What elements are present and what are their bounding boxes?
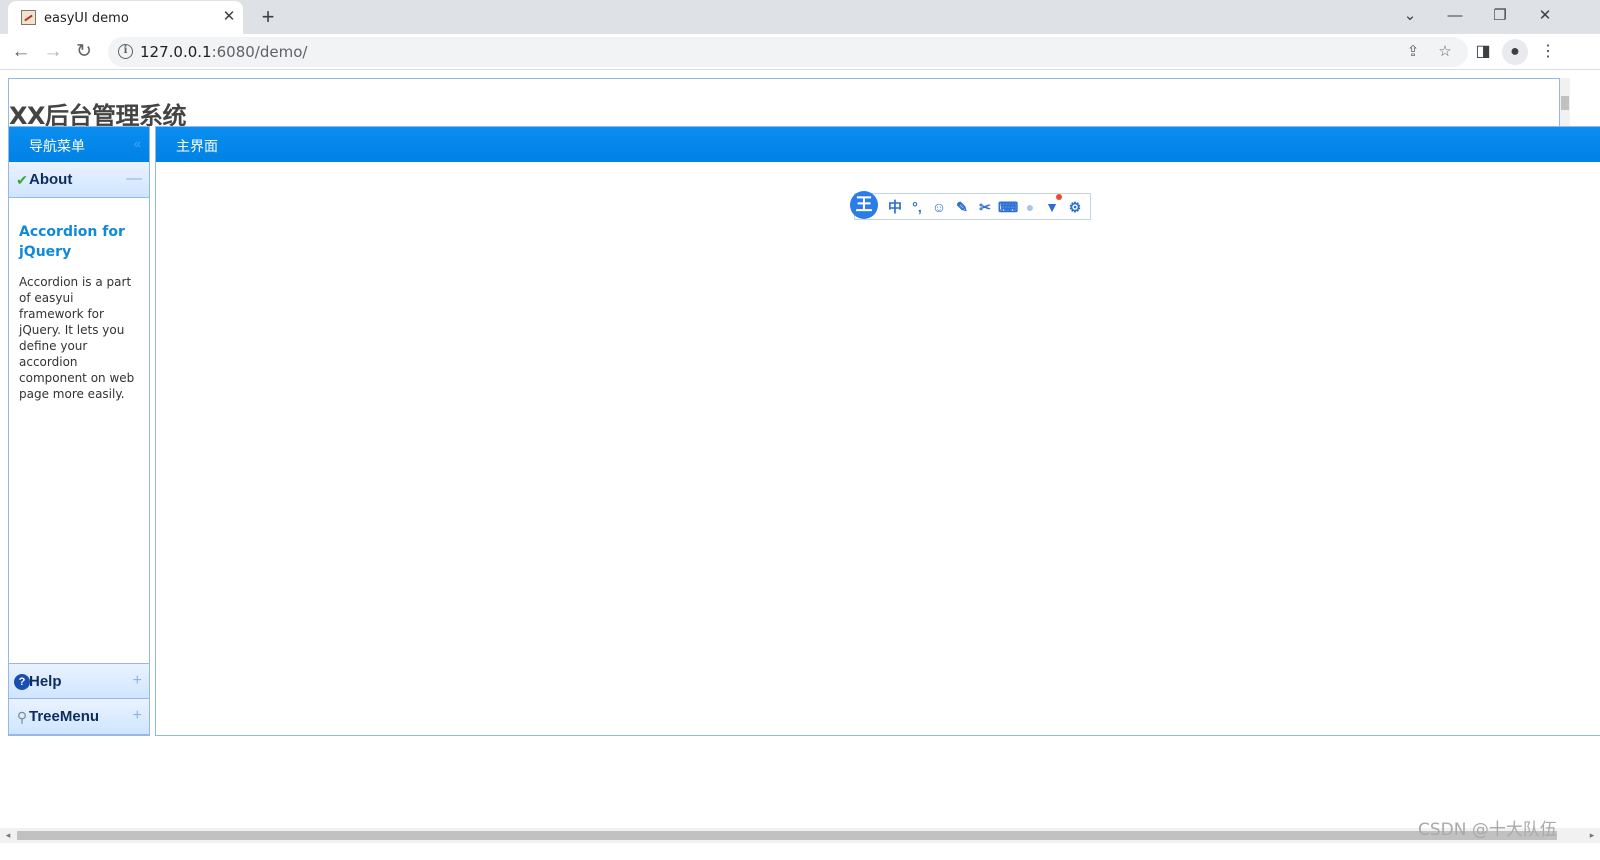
help-icon: ? — [14, 674, 30, 690]
page-viewport: XX后台管理系统 导航菜单 « ✔ About — Accordion for … — [8, 78, 1600, 828]
accordion-header-about[interactable]: ✔ About — — [9, 162, 149, 198]
ime-handwrite-icon[interactable]: ✎ — [952, 197, 972, 217]
north-region: XX后台管理系统 — [8, 78, 1560, 126]
collapse-minus-icon[interactable]: — — [126, 170, 142, 188]
search-icon: ⚲ — [16, 709, 28, 725]
about-text: Accordion is a part of easyui framework … — [19, 275, 135, 401]
url-path: :6080/demo/ — [211, 43, 308, 61]
north-scrollbar-thumb[interactable] — [1561, 96, 1569, 110]
side-panel-icon[interactable]: ◨ — [1470, 39, 1496, 65]
collapse-icon[interactable]: « — [134, 136, 141, 151]
expand-plus-icon[interactable]: + — [133, 672, 142, 690]
tab-search-icon[interactable]: ⌄ — [1395, 4, 1425, 28]
profile-avatar-icon[interactable]: ● — [1502, 39, 1528, 65]
address-bar[interactable]: i 127.0.0.1:6080/demo/ ⇪ ☆ — [108, 37, 1468, 67]
ime-emoji-icon[interactable]: ☺ — [929, 197, 949, 217]
restore-button[interactable]: ❐ — [1485, 4, 1515, 28]
west-panel-title: 导航菜单 — [29, 139, 85, 155]
tab-title: easyUI demo — [44, 11, 129, 26]
ime-user-icon[interactable]: ● — [1020, 197, 1040, 217]
site-info-icon[interactable]: i — [118, 44, 133, 59]
accordion-title-help: Help — [29, 673, 62, 690]
url-host: 127.0.0.1 — [140, 43, 212, 61]
favicon-icon — [21, 10, 36, 25]
west-panel-header: 导航菜单 « — [9, 127, 149, 162]
ime-skin-icon[interactable]: ▼ — [1042, 197, 1062, 217]
check-icon: ✔ — [16, 172, 28, 188]
ime-settings-icon[interactable]: ⚙ — [1065, 197, 1085, 217]
accordion-header-treemenu[interactable]: ⚲ TreeMenu + — [9, 699, 149, 735]
back-button[interactable]: ← — [7, 38, 35, 66]
browser-toolbar: ← → ↻ i 127.0.0.1:6080/demo/ ⇪ ☆ ◨ ● ⋮ — [0, 34, 1600, 70]
bookmark-star-icon[interactable]: ☆ — [1434, 41, 1456, 63]
minimize-button[interactable]: — — [1440, 4, 1470, 28]
ime-chinese-mode-icon[interactable]: 中 — [885, 197, 905, 217]
ime-logo-icon[interactable]: 王 — [850, 191, 878, 219]
reload-button[interactable]: ↻ — [70, 38, 98, 66]
horizontal-scrollbar-thumb[interactable] — [17, 831, 1557, 840]
menu-kebab-icon[interactable]: ⋮ — [1535, 39, 1561, 65]
center-panel-header: 主界面 — [156, 127, 1600, 162]
browser-tab-strip: easyUI demo ✕ + ⌄ — ❐ ✕ — [0, 0, 1600, 34]
about-heading: Accordion for jQuery — [19, 224, 125, 260]
ime-scissors-icon[interactable]: ✂ — [975, 197, 995, 217]
north-scrollbar[interactable] — [1560, 78, 1570, 126]
scroll-left-arrow-icon[interactable]: ◂ — [2, 829, 14, 841]
new-tab-button[interactable]: + — [256, 5, 280, 29]
accordion-body-about: Accordion for jQuery Accordion is a part… — [9, 198, 149, 662]
ime-notification-dot — [1056, 194, 1062, 200]
browser-tab[interactable]: easyUI demo ✕ — [8, 1, 243, 34]
accordion-title-treemenu: TreeMenu — [29, 708, 100, 725]
accordion-title-about: About — [29, 171, 73, 188]
url-text[interactable]: 127.0.0.1:6080/demo/ — [140, 43, 307, 61]
scroll-right-arrow-icon[interactable]: ▸ — [1586, 829, 1598, 841]
ime-punctuation-icon[interactable]: °, — [907, 197, 927, 217]
tab-close-button[interactable]: ✕ — [219, 7, 239, 27]
center-panel-title: 主界面 — [176, 139, 218, 155]
center-main-panel: 主界面 王 中 °, ☺ ✎ ✂ ⌨ ● ▼ ⚙ — [155, 126, 1600, 736]
page-title: XX后台管理系统 — [9, 102, 187, 126]
ime-keyboard-icon[interactable]: ⌨ — [998, 197, 1018, 217]
ime-toolbar: 王 中 °, ☺ ✎ ✂ ⌨ ● ▼ ⚙ — [850, 191, 1091, 220]
horizontal-scrollbar[interactable]: ◂ ▸ — [0, 828, 1600, 843]
west-nav-panel: 导航菜单 « ✔ About — Accordion for jQuery Ac… — [8, 126, 150, 736]
share-icon[interactable]: ⇪ — [1402, 41, 1424, 63]
expand-plus-icon[interactable]: + — [133, 707, 142, 725]
accordion-header-help[interactable]: ? Help + — [9, 663, 149, 699]
forward-button[interactable]: → — [39, 38, 67, 66]
close-window-button[interactable]: ✕ — [1530, 4, 1560, 28]
watermark: CSDN @十大队伍 — [1418, 820, 1557, 840]
